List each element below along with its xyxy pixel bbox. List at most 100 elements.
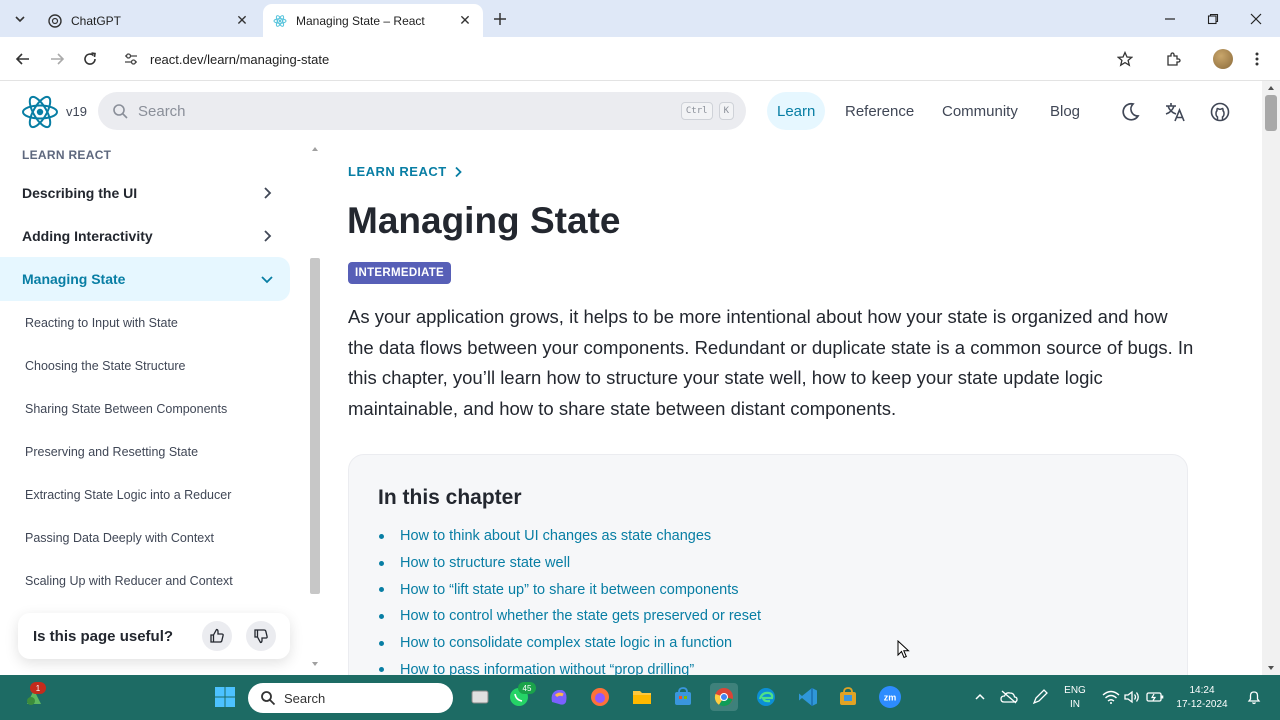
- thumbs-down-button[interactable]: [246, 621, 276, 651]
- level-badge: INTERMEDIATE: [348, 262, 451, 284]
- breadcrumb[interactable]: LEARN REACT: [348, 164, 463, 179]
- nav-learn[interactable]: Learn: [767, 92, 826, 130]
- github-icon[interactable]: [1208, 100, 1232, 124]
- clock[interactable]: 14:24 17-12-2024: [1170, 684, 1234, 712]
- task-view-icon[interactable]: [466, 683, 494, 711]
- dark-mode-moon-icon[interactable]: [1118, 100, 1142, 124]
- chapter-link-list: How to think about UI changes as state c…: [379, 523, 761, 675]
- back-icon[interactable]: [12, 48, 34, 70]
- sidebar-scrollbar-thumb[interactable]: [310, 258, 320, 594]
- nav-reference[interactable]: Reference: [845, 92, 914, 130]
- widgets-notification-badge: 1: [30, 682, 46, 694]
- nav-community[interactable]: Community: [942, 92, 1018, 130]
- vscode-icon[interactable]: [794, 683, 822, 711]
- translate-icon[interactable]: [1163, 100, 1187, 124]
- sidebar-item-label: Managing State: [22, 271, 126, 287]
- mouse-cursor-icon: [897, 640, 910, 659]
- react-icon: [273, 14, 287, 27]
- chapter-link[interactable]: How to “lift state up” to share it betwe…: [400, 582, 739, 598]
- close-tab-icon[interactable]: ✕: [457, 12, 473, 29]
- profile-avatar[interactable]: [1213, 49, 1233, 69]
- battery-icon[interactable]: [1141, 683, 1169, 711]
- list-item: How to “lift state up” to share it betwe…: [379, 576, 761, 603]
- more-menu-icon[interactable]: [1246, 48, 1268, 70]
- language-line2: IN: [1070, 699, 1080, 710]
- reload-icon[interactable]: [79, 48, 101, 70]
- restore-icon[interactable]: [1198, 8, 1228, 30]
- tab-chatgpt[interactable]: ChatGPT ✕: [38, 4, 260, 37]
- forward-icon[interactable]: [46, 48, 68, 70]
- kbd-ctrl: Ctrl: [680, 102, 713, 120]
- sidebar-item-managing-state[interactable]: Managing State: [0, 257, 290, 301]
- notifications-bell-icon[interactable]: [1240, 683, 1268, 711]
- thumbs-up-button[interactable]: [202, 621, 232, 651]
- windows-start-icon[interactable]: [211, 683, 239, 711]
- sidebar-subitem-preserving-resetting[interactable]: Preserving and Resetting State: [25, 445, 198, 459]
- chapter-link[interactable]: How to control whether the state gets pr…: [400, 608, 761, 624]
- show-hidden-icons[interactable]: [966, 683, 994, 711]
- list-item: How to control whether the state gets pr…: [379, 603, 761, 630]
- react-logo[interactable]: [20, 92, 60, 132]
- taskbar-search[interactable]: Search: [248, 683, 453, 713]
- list-item: How to consolidate complex state logic i…: [379, 630, 761, 657]
- windows-taskbar: 1 Search 45 zm ENG IN 14:24 17-12-2024: [0, 675, 1280, 720]
- chapter-link[interactable]: How to consolidate complex state logic i…: [400, 635, 732, 651]
- chapter-link[interactable]: How to pass information without “prop dr…: [400, 662, 694, 675]
- scroll-up-icon[interactable]: [1267, 84, 1275, 92]
- new-tab-icon[interactable]: [489, 8, 511, 30]
- bullet: [379, 560, 384, 566]
- language-line1: ENG: [1064, 685, 1086, 696]
- sidebar-subitem-scaling-up[interactable]: Scaling Up with Reducer and Context: [25, 574, 233, 588]
- store-icon[interactable]: [669, 683, 697, 711]
- copilot-icon[interactable]: [545, 683, 573, 711]
- chrome-icon[interactable]: [710, 683, 738, 711]
- sidebar-scroll-down-icon[interactable]: [311, 660, 319, 668]
- chapter-link[interactable]: How to structure state well: [400, 555, 570, 571]
- sidebar-subitem-passing-context[interactable]: Passing Data Deeply with Context: [25, 531, 214, 545]
- extensions-icon[interactable]: [1162, 48, 1184, 70]
- browser-tab-strip: ChatGPT ✕ Managing State – React ✕: [0, 0, 1280, 37]
- sidebar-subitem-sharing-state[interactable]: Sharing State Between Components: [25, 402, 227, 416]
- edge-icon[interactable]: [752, 683, 780, 711]
- sidebar-item-describing-the-ui[interactable]: Describing the UI: [0, 175, 290, 211]
- chevron-down-icon: [261, 276, 273, 284]
- sidebar-scroll-up-icon[interactable]: [311, 145, 319, 153]
- scroll-down-icon[interactable]: [1267, 664, 1275, 672]
- pen-menu-icon[interactable]: [1026, 683, 1054, 711]
- tab-search-menu-icon[interactable]: [10, 9, 30, 29]
- kbd-k: K: [718, 102, 734, 120]
- version-label[interactable]: v19: [66, 104, 87, 119]
- firefox-icon[interactable]: [586, 683, 614, 711]
- sidebar-subitem-reacting-to-input[interactable]: Reacting to Input with State: [25, 316, 178, 330]
- chapter-link[interactable]: How to think about UI changes as state c…: [400, 528, 711, 544]
- close-window-icon[interactable]: [1241, 8, 1271, 30]
- sidebar-section-title: LEARN REACT: [22, 148, 112, 162]
- bullet: [379, 587, 384, 593]
- search-icon: [113, 104, 128, 119]
- minimize-icon[interactable]: [1155, 8, 1185, 30]
- feedback-question: Is this page useful?: [33, 627, 174, 645]
- language-indicator[interactable]: ENG IN: [1060, 684, 1090, 712]
- sidebar-item-adding-interactivity[interactable]: Adding Interactivity: [0, 218, 290, 254]
- page-scrollbar-thumb[interactable]: [1265, 95, 1277, 131]
- sidebar-subitem-choosing-structure[interactable]: Choosing the State Structure: [25, 359, 186, 373]
- chatgpt-icon: [48, 13, 62, 28]
- address-bar[interactable]: react.dev/learn/managing-state: [114, 43, 1146, 75]
- search-input[interactable]: Search Ctrl K: [98, 92, 746, 130]
- browser-toolbar: react.dev/learn/managing-state: [0, 37, 1280, 81]
- page-title: Managing State: [347, 200, 621, 241]
- chevron-right-icon: [264, 187, 272, 199]
- site-settings-icon[interactable]: [124, 52, 138, 66]
- intro-paragraph: As your application grows, it helps to b…: [348, 306, 1194, 419]
- file-explorer-icon[interactable]: [628, 683, 656, 711]
- tab-managing-state[interactable]: Managing State – React ✕: [263, 4, 483, 37]
- store-bag-icon[interactable]: [834, 683, 862, 711]
- onedrive-offline-icon[interactable]: [995, 683, 1023, 711]
- sidebar-subitem-extracting-reducer[interactable]: Extracting State Logic into a Reducer: [25, 488, 231, 502]
- page-scrollbar[interactable]: [1262, 81, 1280, 675]
- bullet: [379, 613, 384, 619]
- nav-blog[interactable]: Blog: [1050, 92, 1080, 130]
- zoom-icon[interactable]: zm: [876, 683, 904, 711]
- close-tab-icon[interactable]: ✕: [234, 12, 250, 29]
- bookmark-star-icon[interactable]: [1114, 48, 1136, 70]
